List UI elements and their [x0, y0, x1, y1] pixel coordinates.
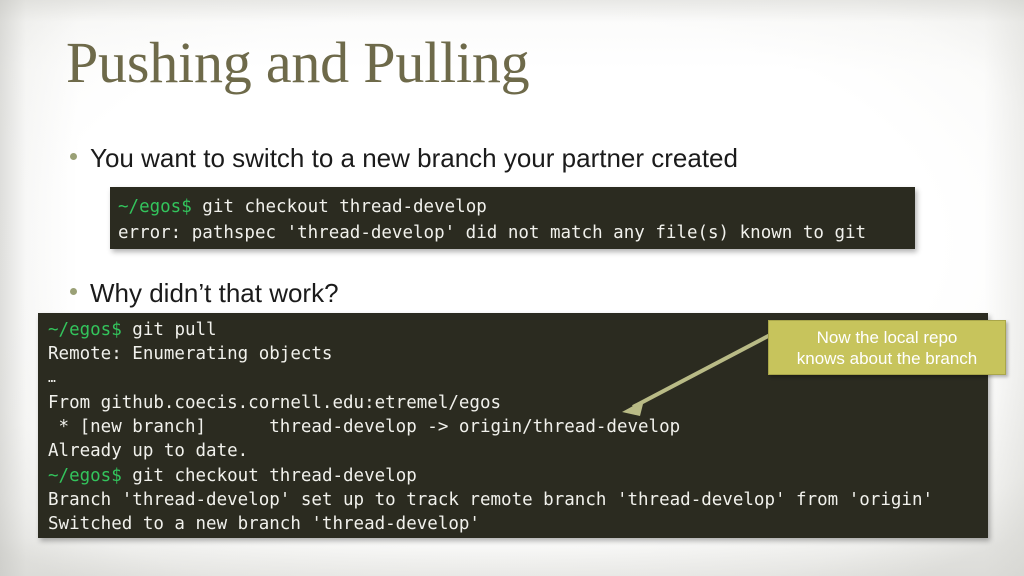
callout-box: Now the local repo knows about the branc… — [768, 320, 1006, 375]
terminal-line: * [new branch] thread-develop -> origin/… — [48, 415, 982, 439]
terminal-line: ~/egos$ git checkout thread-develop — [48, 464, 982, 488]
bullet-item-1: You want to switch to a new branch your … — [70, 143, 738, 174]
terminal-line: Branch 'thread-develop' set up to track … — [48, 488, 982, 512]
callout-arrow-icon — [622, 332, 773, 416]
shell-prompt: ~/egos$ — [48, 320, 122, 340]
callout-line-2: knows about the branch — [796, 348, 978, 368]
terminal-line-text: git checkout thread-develop — [121, 465, 417, 486]
bullet-dot-icon — [70, 153, 77, 160]
terminal-line: Already up to date. — [48, 439, 982, 463]
terminal-line-text: error: pathspec 'thread-develop' did not… — [118, 223, 867, 243]
terminal-block-failed-checkout: ~/egos$ git checkout thread-develop erro… — [110, 187, 915, 249]
terminal-line: ~/egos$ git checkout thread-develop — [118, 194, 909, 220]
terminal-line: Switched to a new branch 'thread-develop… — [48, 512, 982, 536]
terminal-line: error: pathspec 'thread-develop' did not… — [118, 220, 909, 246]
terminal-line-text: Already up to date. — [48, 441, 249, 462]
terminal-line-text: Remote: Enumerating objects — [48, 344, 333, 365]
slide: Pushing and Pulling You want to switch t… — [0, 0, 1024, 576]
terminal-line-text: git pull — [121, 320, 217, 340]
shell-prompt: ~/egos$ — [118, 197, 192, 217]
slide-title: Pushing and Pulling — [66, 30, 530, 95]
terminal-line: From github.coecis.cornell.edu:etremel/e… — [48, 391, 982, 415]
callout-line-1: Now the local repo — [816, 327, 958, 347]
bullet-label-2: Why didn’t that work? — [90, 278, 339, 308]
terminal-line-text: … — [48, 370, 57, 386]
terminal-line-text: Switched to a new branch 'thread-develop… — [48, 514, 480, 535]
terminal-line-text: * [new branch] thread-develop -> origin/… — [48, 417, 681, 438]
bullet-item-2: Why didn’t that work? — [70, 278, 339, 309]
shell-prompt: ~/egos$ — [48, 465, 122, 486]
terminal-line-text: From github.coecis.cornell.edu:etremel/e… — [48, 392, 502, 413]
terminal-line-text: git checkout thread-develop — [191, 197, 487, 217]
terminal-line-text: Branch 'thread-develop' set up to track … — [48, 490, 934, 511]
bullet-dot-icon — [70, 288, 77, 295]
bullet-label-1: You want to switch to a new branch your … — [90, 143, 738, 173]
